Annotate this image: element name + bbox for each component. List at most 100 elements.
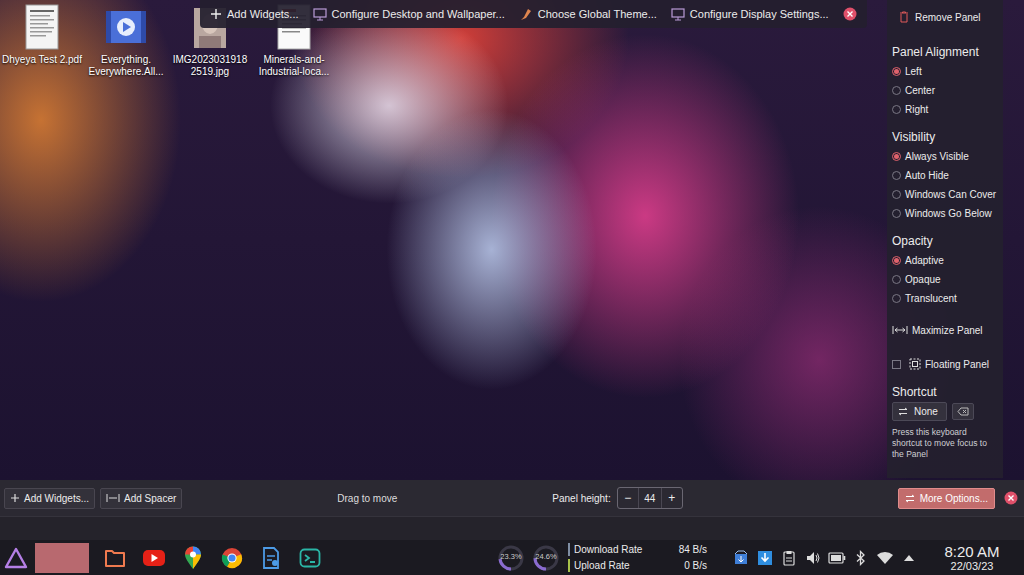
drag-handle[interactable]: Drag to move (187, 493, 547, 504)
network-monitor[interactable]: Download Rate84 B/sUpload Rate0 B/s (568, 543, 713, 573)
tray-item[interactable] (731, 546, 750, 570)
increase-button[interactable]: + (662, 488, 682, 508)
brush-icon (519, 8, 533, 21)
radio-label: Right (905, 104, 928, 115)
radio-label: Translucent (905, 293, 957, 304)
rate-color-bar (568, 543, 570, 556)
toolbox-button[interactable]: Choose Global Theme... (519, 8, 657, 21)
youtube-icon (142, 549, 166, 567)
add-widgets-button[interactable]: Add Widgets... (4, 488, 95, 509)
radio-button[interactable] (892, 190, 901, 199)
toolbox-button[interactable]: Configure Desktop and Wallpaper... (313, 8, 505, 21)
spacer-icon (106, 493, 120, 503)
radio-button[interactable] (892, 209, 901, 218)
drag-hint: Drag to move (337, 493, 397, 504)
floating-panel-option[interactable]: Floating Panel (892, 354, 1003, 374)
toolbox-button[interactable]: Configure Display Settings... (671, 8, 829, 21)
radio-dot (894, 69, 899, 74)
rate-value: 84 B/s (679, 544, 713, 555)
toolbox-button[interactable]: Add Widgets... (210, 8, 299, 20)
swap-icon (898, 407, 908, 416)
maps-pin-icon (183, 546, 203, 570)
radio-label: Left (905, 66, 922, 77)
radio-label: Windows Can Cover (905, 189, 996, 200)
toolbox-button-label: Configure Desktop and Wallpaper... (332, 8, 505, 20)
tray-item[interactable] (875, 546, 894, 570)
folder-icon (104, 548, 126, 568)
option-group: Panel Alignment Left Center Right (892, 44, 1003, 119)
clock-date: 22/03/23 (951, 560, 994, 573)
panel-height-value[interactable]: 44 (638, 488, 662, 508)
radio-button[interactable] (892, 67, 901, 76)
desktop-icon[interactable]: Dhyeya Test 2.pdf (0, 4, 84, 78)
desktop-icon-label: Dhyeya Test 2.pdf (2, 54, 82, 66)
task-item[interactable] (212, 542, 251, 574)
monitor-reading: 24.6% (530, 552, 562, 561)
desktop: Dhyeya Test 2.pdf Everything. Everywhere.… (0, 0, 1024, 480)
radio-option[interactable]: Windows Go Below (892, 204, 1003, 223)
radio-option[interactable]: Right (892, 100, 1003, 119)
task-item[interactable] (35, 543, 89, 573)
task-item[interactable] (290, 542, 329, 574)
tray-item[interactable] (779, 546, 798, 570)
rate-color-bar (568, 559, 570, 572)
tray-item[interactable] (899, 546, 918, 570)
panel-height-spinbox[interactable]: −44+ (617, 487, 683, 509)
shortcut-button[interactable]: None (892, 402, 947, 421)
close-icon[interactable] (843, 7, 857, 21)
close-icon[interactable] (1004, 491, 1018, 505)
clock-time: 8:20 AM (944, 543, 999, 560)
plus-icon (10, 493, 20, 503)
radio-button[interactable] (892, 86, 901, 95)
task-item[interactable] (173, 542, 212, 574)
radio-option[interactable]: Translucent (892, 289, 1003, 308)
shortcut-controls: None (892, 402, 1003, 421)
maximize-panel-button[interactable]: Maximize Panel (892, 320, 1003, 340)
radio-button[interactable] (892, 275, 901, 284)
clear-shortcut-button[interactable] (952, 403, 974, 420)
battery-icon (828, 552, 846, 564)
radio-button[interactable] (892, 152, 901, 161)
floating-checkbox[interactable] (892, 360, 901, 369)
digital-clock[interactable]: 8:20 AM22/03/23 (924, 543, 1020, 573)
radio-label: Center (905, 85, 935, 96)
task-item[interactable] (134, 542, 173, 574)
desktop-toolbox: Add Widgets... Configure Desktop and Wall… (200, 0, 867, 28)
radio-button[interactable] (892, 294, 901, 303)
radio-option[interactable]: Windows Can Cover (892, 185, 1003, 204)
task-item[interactable] (251, 542, 290, 574)
add-spacer-button[interactable]: Add Spacer (100, 488, 182, 509)
tray-item[interactable] (755, 546, 774, 570)
radio-button[interactable] (892, 105, 901, 114)
radio-option[interactable]: Opaque (892, 270, 1003, 289)
decrease-button[interactable]: − (618, 488, 638, 508)
clear-icon (957, 407, 969, 416)
system-tray (731, 546, 918, 570)
desktop-icon-label: Everything. Everywhere.All... (86, 54, 166, 78)
radio-option[interactable]: Auto Hide (892, 166, 1003, 185)
more-options-button[interactable]: More Options... (898, 488, 995, 509)
application-launcher[interactable] (0, 540, 32, 575)
task-item[interactable] (95, 542, 134, 574)
tray-item[interactable] (803, 546, 822, 570)
radio-button[interactable] (892, 171, 901, 180)
remove-panel-button[interactable]: Remove Panel (892, 10, 1003, 24)
tray-item[interactable] (827, 546, 846, 570)
radio-option[interactable]: Left (892, 62, 1003, 81)
radio-label: Windows Go Below (905, 208, 992, 219)
panel-ruler[interactable] (0, 516, 1024, 540)
cpu-monitor[interactable]: 23.3% (495, 542, 527, 574)
desktop-settings-icon (313, 8, 327, 21)
radio-dot (894, 154, 899, 159)
option-group-title: Panel Alignment (892, 44, 1003, 60)
radio-option[interactable]: Adaptive (892, 251, 1003, 270)
cpu-monitor[interactable]: 24.6% (530, 542, 562, 574)
radio-option[interactable]: Center (892, 81, 1003, 100)
radio-option[interactable]: Always Visible (892, 147, 1003, 166)
plus-icon (210, 8, 222, 20)
toolbox-button-label: Add Widgets... (227, 8, 299, 20)
radio-button[interactable] (892, 256, 901, 265)
tray-item[interactable] (851, 546, 870, 570)
wifi-icon (876, 551, 894, 565)
desktop-icon[interactable]: Everything. Everywhere.All... (84, 4, 168, 78)
